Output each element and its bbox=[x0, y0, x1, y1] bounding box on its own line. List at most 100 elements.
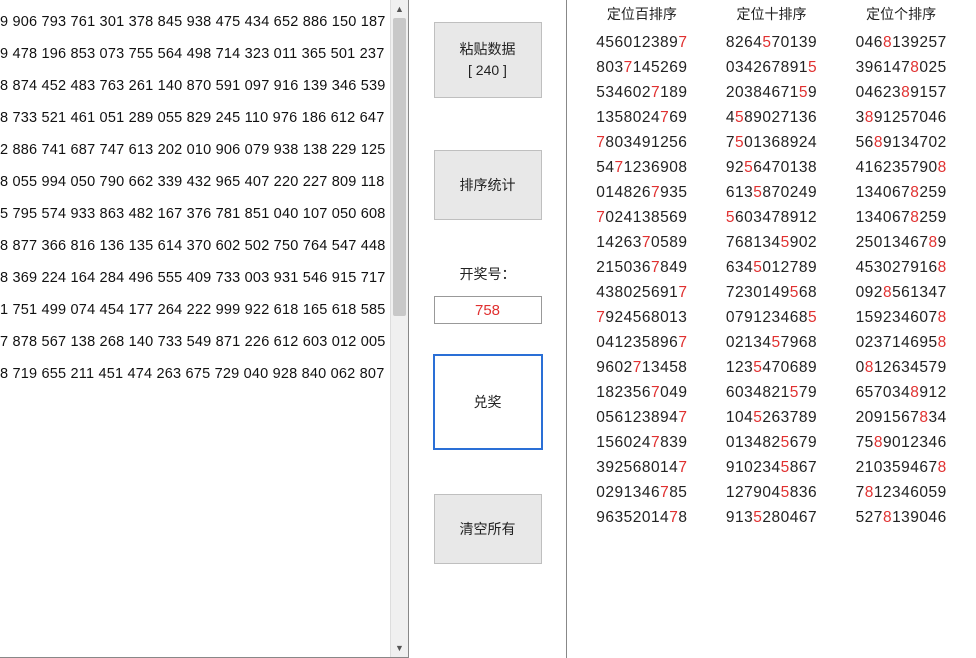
draw-number-label: 开奖号： bbox=[460, 264, 516, 284]
sequence-value: 0812634579 bbox=[856, 355, 947, 380]
sequence-value: 9602713458 bbox=[596, 355, 687, 380]
sequence-value: 4589027136 bbox=[726, 105, 817, 130]
paste-data-label: 粘贴数据 bbox=[460, 39, 516, 60]
sequence-value: 2501346789 bbox=[856, 230, 947, 255]
sequence-value: 0791234685 bbox=[726, 305, 817, 330]
sequence-value: 6135870249 bbox=[726, 180, 817, 205]
draw-number-input[interactable]: 758 bbox=[434, 296, 542, 324]
sequence-value: 1560247839 bbox=[596, 430, 687, 455]
results-column: 4560123897803714526953460271891358024769… bbox=[577, 30, 707, 530]
sequence-value: 1426370589 bbox=[596, 230, 687, 255]
sequence-value: 1279045836 bbox=[726, 480, 817, 505]
sequence-value: 1340678259 bbox=[856, 180, 947, 205]
sequence-value: 7924568013 bbox=[596, 305, 687, 330]
sequence-value: 5278139046 bbox=[856, 505, 947, 530]
left-data-list: 9 906 793 761 301 378 845 938 475 434 65… bbox=[0, 0, 408, 657]
sequence-value: 4380256917 bbox=[596, 280, 687, 305]
sequence-value: 2103594678 bbox=[856, 455, 947, 480]
sequence-value: 4530279168 bbox=[856, 255, 947, 280]
col-header-hundreds: 定位百排序 bbox=[577, 4, 707, 24]
col-header-tens: 定位十排序 bbox=[707, 4, 837, 24]
sequence-value: 2091567834 bbox=[856, 405, 947, 430]
data-line: 8 733 521 461 051 289 055 829 245 110 97… bbox=[0, 102, 404, 134]
redeem-label: 兑奖 bbox=[474, 392, 502, 413]
sort-stats-label: 排序统计 bbox=[460, 175, 516, 196]
data-line: 8 874 452 483 763 261 140 870 591 097 91… bbox=[0, 70, 404, 102]
right-results-panel: 定位百排序 定位十排序 定位个排序 4560123897803714526953… bbox=[567, 0, 976, 658]
sequence-value: 7501368924 bbox=[726, 130, 817, 155]
clear-all-label: 清空所有 bbox=[460, 519, 516, 540]
results-body: 4560123897803714526953460271891358024769… bbox=[577, 30, 966, 530]
sequence-value: 6570348912 bbox=[856, 380, 947, 405]
sequence-value: 7681345902 bbox=[726, 230, 817, 255]
sequence-value: 0342678915 bbox=[726, 55, 817, 80]
data-line: 8 055 994 050 790 662 339 432 965 407 22… bbox=[0, 166, 404, 198]
sequence-value: 0134825679 bbox=[726, 430, 817, 455]
sequence-value: 7230149568 bbox=[726, 280, 817, 305]
sequence-value: 2038467159 bbox=[726, 80, 817, 105]
sequence-value: 1358024769 bbox=[596, 105, 687, 130]
sequence-value: 0561238947 bbox=[596, 405, 687, 430]
paste-data-count: [ 240 ] bbox=[468, 60, 507, 81]
data-line: 8 719 655 211 451 474 263 675 729 040 92… bbox=[0, 358, 404, 390]
sequence-value: 1045263789 bbox=[726, 405, 817, 430]
sequence-value: 1235470689 bbox=[726, 355, 817, 380]
sequence-value: 9102345867 bbox=[726, 455, 817, 480]
sequence-value: 0148267935 bbox=[596, 180, 687, 205]
data-line: 8 877 366 816 136 135 614 370 602 502 75… bbox=[0, 230, 404, 262]
col-header-ones: 定位个排序 bbox=[836, 4, 966, 24]
sequence-value: 7803491256 bbox=[596, 130, 687, 155]
sequence-value: 0412358967 bbox=[596, 330, 687, 355]
data-line: 9 478 196 853 073 755 564 498 714 323 01… bbox=[0, 38, 404, 70]
data-line: 9 906 793 761 301 378 845 938 475 434 65… bbox=[0, 6, 404, 38]
results-column: 8264570139034267891520384671594589027136… bbox=[707, 30, 837, 530]
left-scrollbar[interactable]: ▲ ▼ bbox=[390, 0, 408, 657]
sequence-value: 6034821579 bbox=[726, 380, 817, 405]
sequence-value: 3891257046 bbox=[856, 105, 947, 130]
sequence-value: 8264570139 bbox=[726, 30, 817, 55]
results-column: 0468139257396147802504623891573891257046… bbox=[836, 30, 966, 530]
sequence-value: 2150367849 bbox=[596, 255, 687, 280]
data-line: 2 886 741 687 747 613 202 010 906 079 93… bbox=[0, 134, 404, 166]
sequence-value: 3925680147 bbox=[596, 455, 687, 480]
control-panel: 粘贴数据 [ 240 ] 排序统计 开奖号： 758 兑奖 清空所有 bbox=[409, 0, 567, 658]
data-line: 1 751 499 074 454 177 264 222 999 922 61… bbox=[0, 294, 404, 326]
sort-stats-button[interactable]: 排序统计 bbox=[434, 150, 542, 220]
sequence-value: 9135280467 bbox=[726, 505, 817, 530]
sequence-value: 5603478912 bbox=[726, 205, 817, 230]
sequence-value: 5689134702 bbox=[856, 130, 947, 155]
scroll-down-arrow-icon[interactable]: ▼ bbox=[391, 639, 408, 657]
sequence-value: 0462389157 bbox=[856, 80, 947, 105]
sequence-value: 7024138569 bbox=[596, 205, 687, 230]
left-data-panel: 9 906 793 761 301 378 845 938 475 434 65… bbox=[0, 0, 409, 658]
data-line: 7 878 567 138 268 140 733 549 871 226 61… bbox=[0, 326, 404, 358]
clear-all-button[interactable]: 清空所有 bbox=[434, 494, 542, 564]
sequence-value: 6345012789 bbox=[726, 255, 817, 280]
draw-number-value: 758 bbox=[475, 302, 500, 319]
scroll-thumb[interactable] bbox=[393, 18, 406, 316]
sequence-value: 0928561347 bbox=[856, 280, 947, 305]
sequence-value: 5471236908 bbox=[596, 155, 687, 180]
sequence-value: 4560123897 bbox=[596, 30, 687, 55]
paste-data-button[interactable]: 粘贴数据 [ 240 ] bbox=[434, 22, 542, 98]
scroll-track[interactable] bbox=[391, 18, 408, 639]
sequence-value: 7812346059 bbox=[856, 480, 947, 505]
sequence-value: 8037145269 bbox=[596, 55, 687, 80]
data-line: 8 369 224 164 284 496 555 409 733 003 93… bbox=[0, 262, 404, 294]
sequence-value: 7589012346 bbox=[856, 430, 947, 455]
sequence-value: 1823567049 bbox=[596, 380, 687, 405]
data-line: 5 795 574 933 863 482 167 376 781 851 04… bbox=[0, 198, 404, 230]
sequence-value: 5346027189 bbox=[596, 80, 687, 105]
redeem-button[interactable]: 兑奖 bbox=[433, 354, 543, 450]
scroll-up-arrow-icon[interactable]: ▲ bbox=[391, 0, 408, 18]
sequence-value: 0237146958 bbox=[856, 330, 947, 355]
sequence-value: 1340678259 bbox=[856, 205, 947, 230]
sequence-value: 9635201478 bbox=[596, 505, 687, 530]
sequence-value: 4162357908 bbox=[856, 155, 947, 180]
sequence-value: 1592346078 bbox=[856, 305, 947, 330]
results-header-row: 定位百排序 定位十排序 定位个排序 bbox=[577, 4, 966, 30]
sequence-value: 3961478025 bbox=[856, 55, 947, 80]
sequence-value: 0468139257 bbox=[856, 30, 947, 55]
sequence-value: 0291346785 bbox=[596, 480, 687, 505]
sequence-value: 0213457968 bbox=[726, 330, 817, 355]
